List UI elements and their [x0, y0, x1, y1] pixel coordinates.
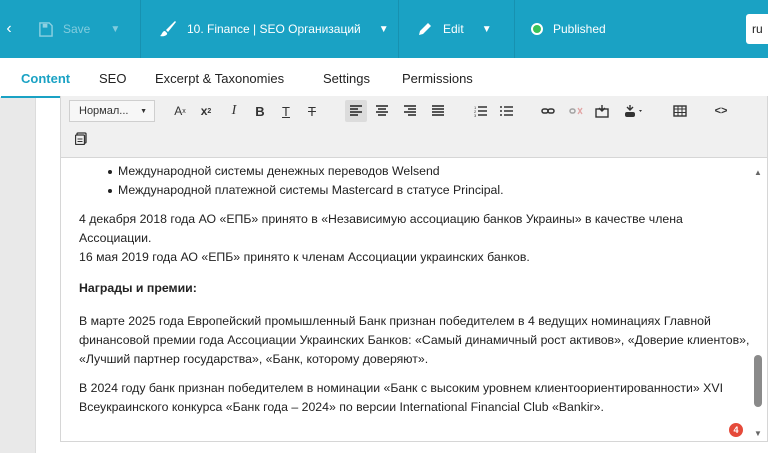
tab-seo[interactable]: SEO [99, 58, 126, 98]
list-item: Международной системы денежных переводов… [79, 162, 751, 181]
underline-button[interactable]: T [277, 101, 295, 121]
chevron-down-icon: ▼ [140, 107, 147, 115]
align-center-icon[interactable] [373, 101, 391, 121]
insert-image-icon[interactable] [593, 101, 611, 121]
published-dot-icon [531, 23, 543, 35]
chevron-down-icon: ▼ [378, 23, 389, 35]
save-label: Save [63, 22, 91, 36]
edit-button[interactable]: Edit ▼ [398, 0, 514, 58]
tab-settings[interactable]: Settings [323, 58, 370, 98]
source-code-button[interactable]: <> [711, 101, 731, 121]
chevron-down-icon[interactable]: ▼ [110, 24, 120, 35]
brush-icon [159, 20, 177, 38]
paragraph: 4 декабря 2018 года АО «ЕПБ» принято в «… [79, 212, 683, 245]
section-heading: Награды и премии: [79, 281, 197, 295]
paragraph: В 2024 году банк признан победителем в н… [79, 381, 723, 414]
save-icon [38, 21, 53, 37]
edit-label: Edit [443, 22, 464, 36]
top-bar: ‹ Save ▼ 10. Finance | SEO Организаций ▼… [0, 0, 768, 58]
bullet-list-icon[interactable] [497, 101, 515, 121]
tab-excerpt-taxonomies[interactable]: Excerpt & Taxonomies [155, 58, 284, 98]
notification-badge[interactable]: 4 [727, 421, 745, 439]
post-title: 10. Finance | SEO Организаций [187, 22, 361, 36]
svg-text:3: 3 [474, 113, 477, 117]
post-title-dropdown[interactable]: 10. Finance | SEO Организаций ▼ [140, 0, 398, 58]
align-right-icon[interactable] [401, 101, 419, 121]
insert-media-icon[interactable] [621, 101, 647, 121]
back-chevron-icon[interactable]: ‹ [0, 0, 18, 58]
paragraph: В марте 2025 года Европейский промышленн… [79, 314, 750, 366]
editor-content[interactable]: Международной системы денежных переводов… [79, 162, 751, 417]
paragraph: 16 мая 2019 года АО «ЕПБ» принято к член… [79, 250, 530, 264]
left-gutter [0, 98, 36, 453]
tab-bar: Content SEO Excerpt & Taxonomies Setting… [0, 58, 768, 99]
status-label: Published [553, 22, 606, 36]
bullet-list: Международной системы денежных переводов… [79, 162, 751, 200]
scroll-down-icon[interactable]: ▼ [753, 428, 763, 438]
format-value: Нормал... [79, 105, 129, 117]
tab-content[interactable]: Content [0, 58, 91, 99]
status-indicator[interactable]: Published [514, 0, 710, 58]
strikethrough-button[interactable]: T [303, 101, 321, 121]
save-button[interactable]: Save ▼ [18, 0, 140, 58]
special-block-icon[interactable] [73, 128, 89, 148]
tab-permissions[interactable]: Permissions [402, 58, 473, 98]
pencil-icon [417, 21, 433, 37]
format-select[interactable]: Нормал... ▼ [69, 100, 155, 122]
chevron-down-icon: ▼ [481, 23, 492, 35]
align-left-icon[interactable] [345, 100, 367, 122]
italic-button[interactable]: I [225, 101, 243, 121]
link-icon[interactable] [539, 101, 557, 121]
list-item: Международной платежной системы Masterca… [79, 181, 751, 200]
align-justify-icon[interactable] [429, 101, 447, 121]
scroll-up-icon[interactable]: ▲ [753, 167, 763, 177]
editor-toolbar: Нормал... ▼ Ax x2 I B T T 123 <> [61, 96, 767, 158]
rich-text-editor: Нормал... ▼ Ax x2 I B T T 123 <> Междуна… [60, 96, 768, 442]
table-icon[interactable] [671, 101, 689, 121]
unlink-icon[interactable] [567, 101, 585, 121]
bold-button[interactable]: B [251, 101, 269, 121]
superscript-button[interactable]: Ax [171, 101, 189, 121]
subscript-button[interactable]: x2 [197, 101, 215, 121]
language-select[interactable]: ru [746, 14, 768, 44]
scrollbar-thumb[interactable] [754, 355, 762, 407]
numbered-list-icon[interactable]: 123 [471, 101, 489, 121]
